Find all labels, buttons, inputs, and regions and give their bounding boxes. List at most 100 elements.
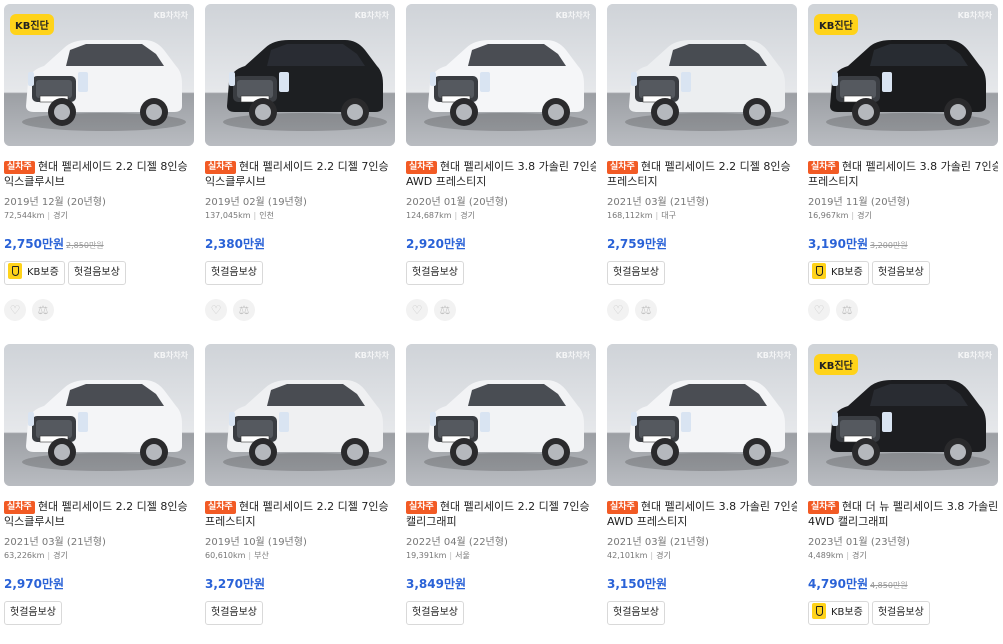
service-chips: 헛걸음보상 — [406, 601, 596, 625]
listing-card[interactable]: KB진단 KB차차차 실차주 현대 펠리세이드 2.2 디젤 8인승 익스클루시브… — [4, 4, 194, 321]
photo-watermark: KB차차차 — [756, 351, 791, 360]
price: 3,190만원 — [808, 237, 869, 251]
photo-watermark: KB차차차 — [555, 351, 590, 360]
listing-meta: 168,112km | 대구 — [607, 210, 797, 222]
photo-watermark: KB차차차 — [957, 351, 992, 360]
price: 4,790만원 — [808, 577, 869, 591]
heart-icon[interactable]: ♡ — [406, 299, 428, 321]
photo-watermark: KB차차차 — [957, 11, 992, 20]
price: 2,970만원 — [4, 577, 65, 591]
listing-card[interactable]: KB차차차 실차주 현대 펠리세이드 3.8 가솔린 7인승 AWD 프레스티지 … — [607, 344, 797, 644]
car-photo[interactable]: KB진단 KB차차차 — [808, 4, 998, 146]
meta-separator: | — [454, 211, 458, 220]
scale-icon[interactable]: ⚖ — [434, 299, 456, 321]
scale-icon[interactable]: ⚖ — [635, 299, 657, 321]
listing-title-main[interactable]: 현대 펠리세이드 2.2 디젤 7인승 — [239, 160, 389, 173]
listing-card[interactable]: KB차차차 실차주 현대 펠리세이드 2.2 디젤 8인승 익스클루시브 2021… — [4, 344, 194, 644]
car-photo[interactable]: KB진단 KB차차차 — [808, 344, 998, 486]
listing-title-main[interactable]: 현대 펠리세이드 2.2 디젤 7인승 — [440, 500, 590, 513]
listing-title-main[interactable]: 현대 펠리세이드 3.8 가솔린 7인승 — [842, 160, 998, 173]
compensation-chip[interactable]: 헛걸음보상 — [406, 601, 464, 625]
service-chips: 헛걸음보상 — [607, 261, 797, 285]
listing-grid: KB진단 KB차차차 실차주 현대 펠리세이드 2.2 디젤 8인승 익스클루시브… — [0, 0, 1003, 627]
kb-warranty-chip[interactable]: KB보증 — [4, 261, 65, 285]
listing-title-main[interactable]: 현대 펠리세이드 2.2 디젤 8인승 — [641, 160, 791, 173]
meta-separator: | — [248, 551, 252, 560]
car-photo[interactable]: KB차차차 — [406, 4, 596, 146]
listing-title-main[interactable]: 현대 더 뉴 펠리세이드 3.8 가솔린 — [842, 500, 998, 513]
price-row: 2,380만원 — [205, 234, 395, 255]
listing-card[interactable]: KB차차차 실차주 현대 펠리세이드 2.2 디젤 7인승 프레스티지 2019년… — [205, 344, 395, 644]
listing-card[interactable]: KB차차차 실차주 현대 펠리세이드 2.2 디젤 7인승 익스클루시브 2019… — [205, 4, 395, 321]
heart-icon[interactable]: ♡ — [4, 299, 26, 321]
model-year: 2019년 02월 (19년형) — [205, 197, 307, 208]
compensation-chip[interactable]: 헛걸음보상 — [67, 261, 126, 285]
owner-tag: 실차주 — [205, 161, 236, 174]
listing-meta: 42,101km | 경기 — [607, 550, 797, 562]
listing-title-main[interactable]: 현대 펠리세이드 2.2 디젤 8인승 — [38, 160, 188, 173]
car-photo-image — [4, 344, 194, 486]
kb-warranty-chip[interactable]: KB보증 — [808, 261, 869, 285]
kb-warranty-label: KB보증 — [831, 607, 863, 618]
mileage: 19,391km — [406, 551, 447, 560]
card-actions: ♡ ⚖ — [406, 299, 596, 323]
owner-tag: 실차주 — [808, 161, 839, 174]
car-photo[interactable]: KB차차차 — [607, 344, 797, 486]
car-photo-image — [406, 344, 596, 486]
compensation-chip[interactable]: 헛걸음보상 — [406, 261, 464, 285]
region: 인천 — [259, 211, 274, 220]
listing-title-main[interactable]: 현대 펠리세이드 3.8 가솔린 7인승 — [641, 500, 797, 513]
listing-title-main[interactable]: 현대 펠리세이드 3.8 가솔린 7인승 — [440, 160, 596, 173]
car-photo[interactable]: KB차차차 — [205, 4, 395, 146]
region: 경기 — [857, 211, 872, 220]
compensation-chip[interactable]: 헛걸음보상 — [4, 601, 62, 625]
listing-card[interactable]: 실차주 현대 펠리세이드 2.2 디젤 8인승 프레스티지 2021년 03월 (… — [607, 4, 797, 321]
listing-card[interactable]: KB진단 KB차차차 실차주 현대 더 뉴 펠리세이드 3.8 가솔린 4WD 캘… — [808, 344, 998, 644]
car-photo[interactable]: KB차차차 — [4, 344, 194, 486]
listing-meta: 63,226km | 경기 — [4, 550, 194, 562]
compensation-chip[interactable]: 헛걸음보상 — [871, 601, 930, 625]
car-photo[interactable] — [607, 4, 797, 146]
compensation-label: 헛걸음보상 — [211, 267, 257, 278]
heart-icon[interactable]: ♡ — [607, 299, 629, 321]
kb-shield-icon — [8, 263, 22, 279]
kb-shield-icon — [812, 603, 826, 619]
compensation-chip[interactable]: 헛걸음보상 — [205, 261, 263, 285]
listing-title-main[interactable]: 현대 펠리세이드 2.2 디젤 7인승 — [239, 500, 389, 513]
model-year: 2019년 11월 (20년형) — [808, 197, 910, 208]
car-photo[interactable]: KB차차차 — [205, 344, 395, 486]
listing-title-main[interactable]: 현대 펠리세이드 2.2 디젤 8인승 — [38, 500, 188, 513]
scale-icon[interactable]: ⚖ — [233, 299, 255, 321]
compensation-chip[interactable]: 헛걸음보상 — [205, 601, 263, 625]
scale-icon[interactable]: ⚖ — [32, 299, 54, 321]
compensation-label: 헛걸음보상 — [613, 607, 659, 618]
car-photo[interactable]: KB진단 KB차차차 — [4, 4, 194, 146]
compensation-chip[interactable]: 헛걸음보상 — [607, 261, 665, 285]
kb-warranty-chip[interactable]: KB보증 — [808, 601, 869, 625]
meta-separator: | — [47, 211, 51, 220]
service-chips: 헛걸음보상 — [205, 261, 395, 285]
heart-icon[interactable]: ♡ — [205, 299, 227, 321]
heart-icon[interactable]: ♡ — [808, 299, 830, 321]
listing-meta: 4,489km | 경기 — [808, 550, 998, 562]
kb-diagnosis-badge: KB진단 — [814, 354, 858, 375]
compensation-chip[interactable]: 헛걸음보상 — [871, 261, 930, 285]
meta-separator: | — [655, 211, 659, 220]
mileage: 168,112km — [607, 211, 653, 220]
listing-card[interactable]: KB진단 KB차차차 실차주 현대 펠리세이드 3.8 가솔린 7인승 프레스티지… — [808, 4, 998, 321]
mileage: 42,101km — [607, 551, 648, 560]
price-row: 3,849만원 — [406, 574, 596, 595]
owner-tag: 실차주 — [4, 501, 35, 514]
card-actions: ♡ ⚖ — [607, 299, 797, 323]
car-photo-image — [205, 344, 395, 486]
price-row: 2,759만원 — [607, 234, 797, 255]
car-photo-image — [607, 344, 797, 486]
meta-separator: | — [650, 551, 654, 560]
listing-card[interactable]: KB차차차 실차주 현대 펠리세이드 3.8 가솔린 7인승 AWD 프레스티지 … — [406, 4, 596, 321]
compensation-chip[interactable]: 헛걸음보상 — [607, 601, 665, 625]
car-photo[interactable]: KB차차차 — [406, 344, 596, 486]
region: 부산 — [254, 551, 269, 560]
listing-meta: 72,544km | 경기 — [4, 210, 194, 222]
listing-card[interactable]: KB차차차 실차주 현대 펠리세이드 2.2 디젤 7인승 캘리그래피 2022년… — [406, 344, 596, 644]
scale-icon[interactable]: ⚖ — [836, 299, 858, 321]
